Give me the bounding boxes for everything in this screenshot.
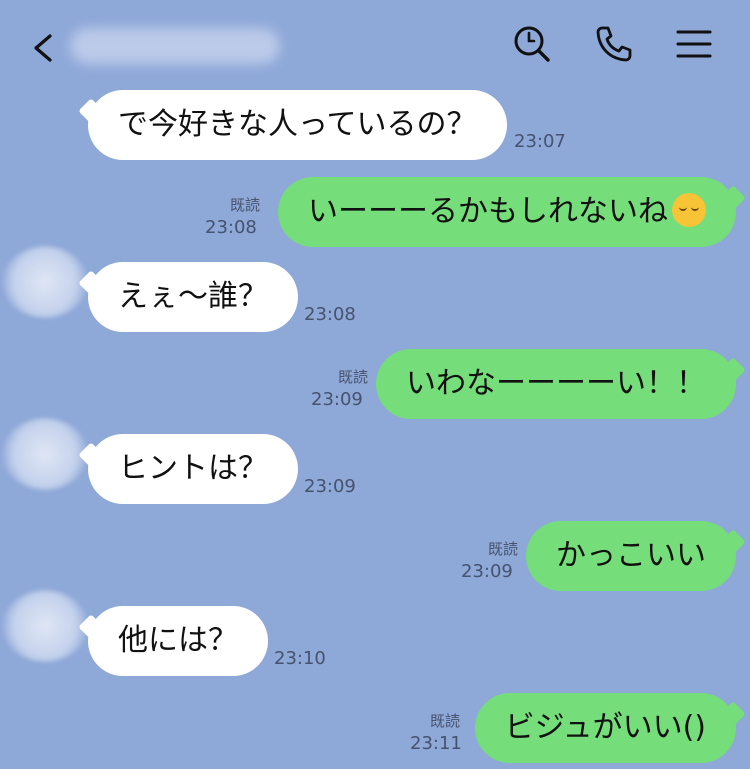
chat-header [0,0,750,90]
read-receipt: 既読 [487,540,518,558]
message-text: いわなーーーーい！！ [406,366,706,401]
message-time: 23:09 [461,561,513,582]
message-time: 23:08 [304,304,356,325]
outgoing-message-bubble[interactable]: かっこいい [526,521,736,591]
outgoing-message-bubble[interactable]: いーーーるかもしれないね [278,177,736,247]
phone-icon[interactable] [592,22,636,66]
contact-name-blurred[interactable] [70,28,280,64]
message-text: ビジュがいい() [504,710,706,745]
incoming-message-bubble[interactable]: えぇ〜誰？ [88,262,298,332]
message-time: 23:08 [205,217,257,238]
read-receipt: 既読 [229,196,260,214]
message-text: 他には？ [118,623,238,658]
message-time: 23:07 [514,131,566,152]
message-time: 23:11 [410,733,462,754]
message-text: で今好きな人っているの？ [118,107,477,142]
incoming-message-bubble[interactable]: ヒントは？ [88,434,298,504]
menu-icon[interactable] [672,22,716,66]
message-text: かっこいい [556,538,706,573]
outgoing-message-bubble[interactable]: いわなーーーーい！！ [376,349,736,419]
outgoing-message-bubble[interactable]: ビジュがいい() [474,693,736,763]
avatar[interactable] [2,246,88,318]
message-time: 23:10 [274,648,326,669]
incoming-message-bubble[interactable]: で今好きな人っているの？ [88,90,507,160]
search-icon[interactable] [510,22,554,66]
message-time: 23:09 [304,476,356,497]
message-text: いーーーるかもしれないね [308,194,668,229]
avatar[interactable] [2,418,88,490]
incoming-message-bubble[interactable]: 他には？ [88,606,268,676]
message-time: 23:09 [311,389,363,410]
relieved-face-emoji-icon [672,192,706,227]
read-receipt: 既読 [337,368,368,386]
avatar[interactable] [2,590,88,662]
message-text: えぇ〜誰？ [118,279,268,314]
message-text: ヒントは？ [118,451,268,486]
chevron-left-icon[interactable] [24,28,64,68]
read-receipt: 既読 [429,712,460,730]
